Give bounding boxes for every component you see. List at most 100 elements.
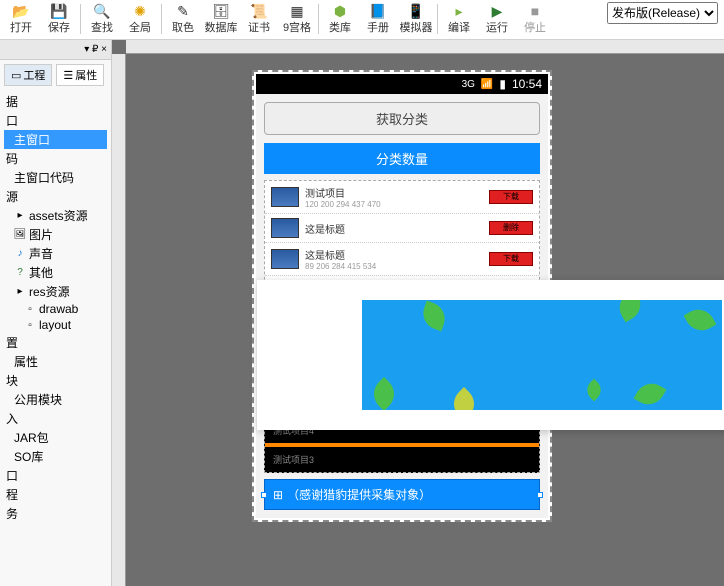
- color-picker-button[interactable]: ✎取色: [164, 0, 202, 38]
- folder-icon: ▸: [14, 210, 26, 222]
- save-button[interactable]: 💾保存: [40, 0, 78, 38]
- global-button[interactable]: ✺全局: [121, 0, 159, 38]
- tree-item-image[interactable]: 🖼图片: [4, 225, 107, 244]
- sidebar: ▾ ₽ × ▭工程 ☰属性 据 口 主窗口 码 主窗口代码 源 ▸assets资…: [0, 40, 112, 586]
- separator: [161, 4, 162, 34]
- eyedropper-icon: ✎: [175, 3, 191, 19]
- ninegrid-button[interactable]: ▦9宫格: [278, 0, 316, 38]
- item-title: 这是标题: [305, 247, 483, 262]
- tree-item-sound[interactable]: ♪声音: [4, 244, 107, 263]
- folder-open-icon: 📂: [13, 3, 29, 19]
- tree-item-main-window[interactable]: 主窗口: [4, 130, 107, 149]
- play-icon: ▶: [489, 3, 505, 19]
- tree-item[interactable]: 据: [4, 92, 107, 111]
- tree-item[interactable]: 主窗口代码: [4, 168, 107, 187]
- progress-bar: [265, 443, 539, 447]
- item-action-button[interactable]: 下载: [489, 190, 533, 204]
- resize-handle-left[interactable]: [261, 492, 267, 498]
- item-subtitle: 89 206 284 415 534: [305, 262, 483, 271]
- tree-item[interactable]: 源: [4, 187, 107, 206]
- selected-footer-label[interactable]: ⊞ （感谢猎豹提供采集对象）: [264, 479, 540, 510]
- tab-project[interactable]: ▭工程: [4, 64, 52, 86]
- tree-item-layout[interactable]: ▫layout: [4, 317, 107, 333]
- main-toolbar: 📂打开 💾保存 🔍查找 ✺全局 ✎取色 🗄数据库 📜证书 ▦9宫格 ⬢类库 📘手…: [0, 0, 724, 40]
- sidebar-header[interactable]: ▾ ₽ ×: [0, 40, 111, 60]
- signal-bars-icon: 📶: [481, 79, 493, 90]
- book-icon: 📘: [370, 3, 386, 19]
- status-bar: 3G 📶 ▮ 10:54: [256, 74, 548, 94]
- item-action-button[interactable]: 下载: [489, 252, 533, 266]
- tree-item-drawable[interactable]: ▫drawab: [4, 301, 107, 317]
- signal-3g-icon: 3G: [462, 79, 475, 90]
- help-icon: ?: [14, 267, 26, 279]
- tree-item[interactable]: 口: [4, 466, 107, 485]
- tree-item-jar[interactable]: JAR包: [4, 428, 107, 447]
- database-button[interactable]: 🗄数据库: [202, 0, 240, 38]
- lib-button[interactable]: ⬢类库: [321, 0, 359, 38]
- cert-button[interactable]: 📜证书: [240, 0, 278, 38]
- avatar: [271, 218, 299, 238]
- tree-item-assets[interactable]: ▸assets资源: [4, 206, 107, 225]
- item-title: 这是标题: [305, 221, 483, 236]
- search-icon: 🔍: [94, 3, 110, 19]
- manual-button[interactable]: 📘手册: [359, 0, 397, 38]
- grid-icon: ▦: [289, 3, 305, 19]
- item-title: 测试项目: [305, 185, 483, 200]
- folder-icon: ▸: [14, 286, 26, 298]
- tree-item[interactable]: 属性: [4, 352, 107, 371]
- project-tree: 据 口 主窗口 码 主窗口代码 源 ▸assets资源 🖼图片 ♪声音 ?其他 …: [0, 90, 111, 525]
- category-count-header: 分类数量: [264, 143, 540, 174]
- tree-item[interactable]: 块: [4, 371, 107, 390]
- separator: [437, 4, 438, 34]
- database-icon: 🗄: [213, 3, 229, 19]
- file-icon: ▫: [24, 319, 36, 331]
- open-button[interactable]: 📂打开: [2, 0, 40, 38]
- image-icon: 🖼: [14, 229, 26, 241]
- android-icon: ⬢: [332, 3, 348, 19]
- resize-handle-right[interactable]: [537, 492, 543, 498]
- list-item[interactable]: 测试项目3: [265, 449, 539, 470]
- tree-item[interactable]: 口: [4, 111, 107, 130]
- list-item[interactable]: 测试项目120 200 294 437 470下载: [265, 181, 539, 214]
- stop-button[interactable]: ■停止: [516, 0, 554, 38]
- overlay-panel: [257, 280, 724, 430]
- handle-icon: ⊞: [273, 488, 283, 502]
- tree-item[interactable]: 入: [4, 409, 107, 428]
- separator: [318, 4, 319, 34]
- list-item[interactable]: 这是标题删除: [265, 214, 539, 243]
- props-icon: ☰: [63, 69, 73, 82]
- globe-icon: ✺: [132, 3, 148, 19]
- run-button[interactable]: ▶运行: [478, 0, 516, 38]
- tab-properties[interactable]: ☰属性: [56, 64, 104, 86]
- list-item[interactable]: 这是标题89 206 284 415 534 下载: [265, 243, 539, 276]
- tree-item[interactable]: 公用模块: [4, 390, 107, 409]
- save-icon: 💾: [51, 3, 67, 19]
- file-icon: ▫: [24, 303, 36, 315]
- tree-item[interactable]: 务: [4, 504, 107, 523]
- leaf-icon: [367, 377, 401, 410]
- item-action-button[interactable]: 删除: [489, 221, 533, 235]
- music-icon: ♪: [14, 248, 26, 260]
- tree-item-res[interactable]: ▸res资源: [4, 282, 107, 301]
- leaf-icon: [419, 301, 450, 332]
- separator: [80, 4, 81, 34]
- stop-icon: ■: [527, 3, 543, 19]
- compile-button[interactable]: ▸编译: [440, 0, 478, 38]
- get-category-button[interactable]: 获取分类: [264, 102, 540, 135]
- design-canvas[interactable]: 3G 📶 ▮ 10:54 获取分类 分类数量 测试项目120 200 294 4…: [112, 40, 724, 586]
- find-button[interactable]: 🔍查找: [83, 0, 121, 38]
- ruler-horizontal: [126, 40, 724, 54]
- tree-item[interactable]: 码: [4, 149, 107, 168]
- banner-image: [362, 300, 722, 410]
- tree-item-so[interactable]: SO库: [4, 447, 107, 466]
- avatar: [271, 187, 299, 207]
- leaf-icon: [447, 387, 481, 410]
- certificate-icon: 📜: [251, 3, 267, 19]
- tree-item[interactable]: 置: [4, 333, 107, 352]
- tree-item[interactable]: 程: [4, 485, 107, 504]
- tree-item-other[interactable]: ?其他: [4, 263, 107, 282]
- build-type-select[interactable]: 发布版(Release): [607, 2, 718, 24]
- leaf-icon: [583, 379, 606, 402]
- emulator-button[interactable]: 📱模拟器: [397, 0, 435, 38]
- avatar: [271, 249, 299, 269]
